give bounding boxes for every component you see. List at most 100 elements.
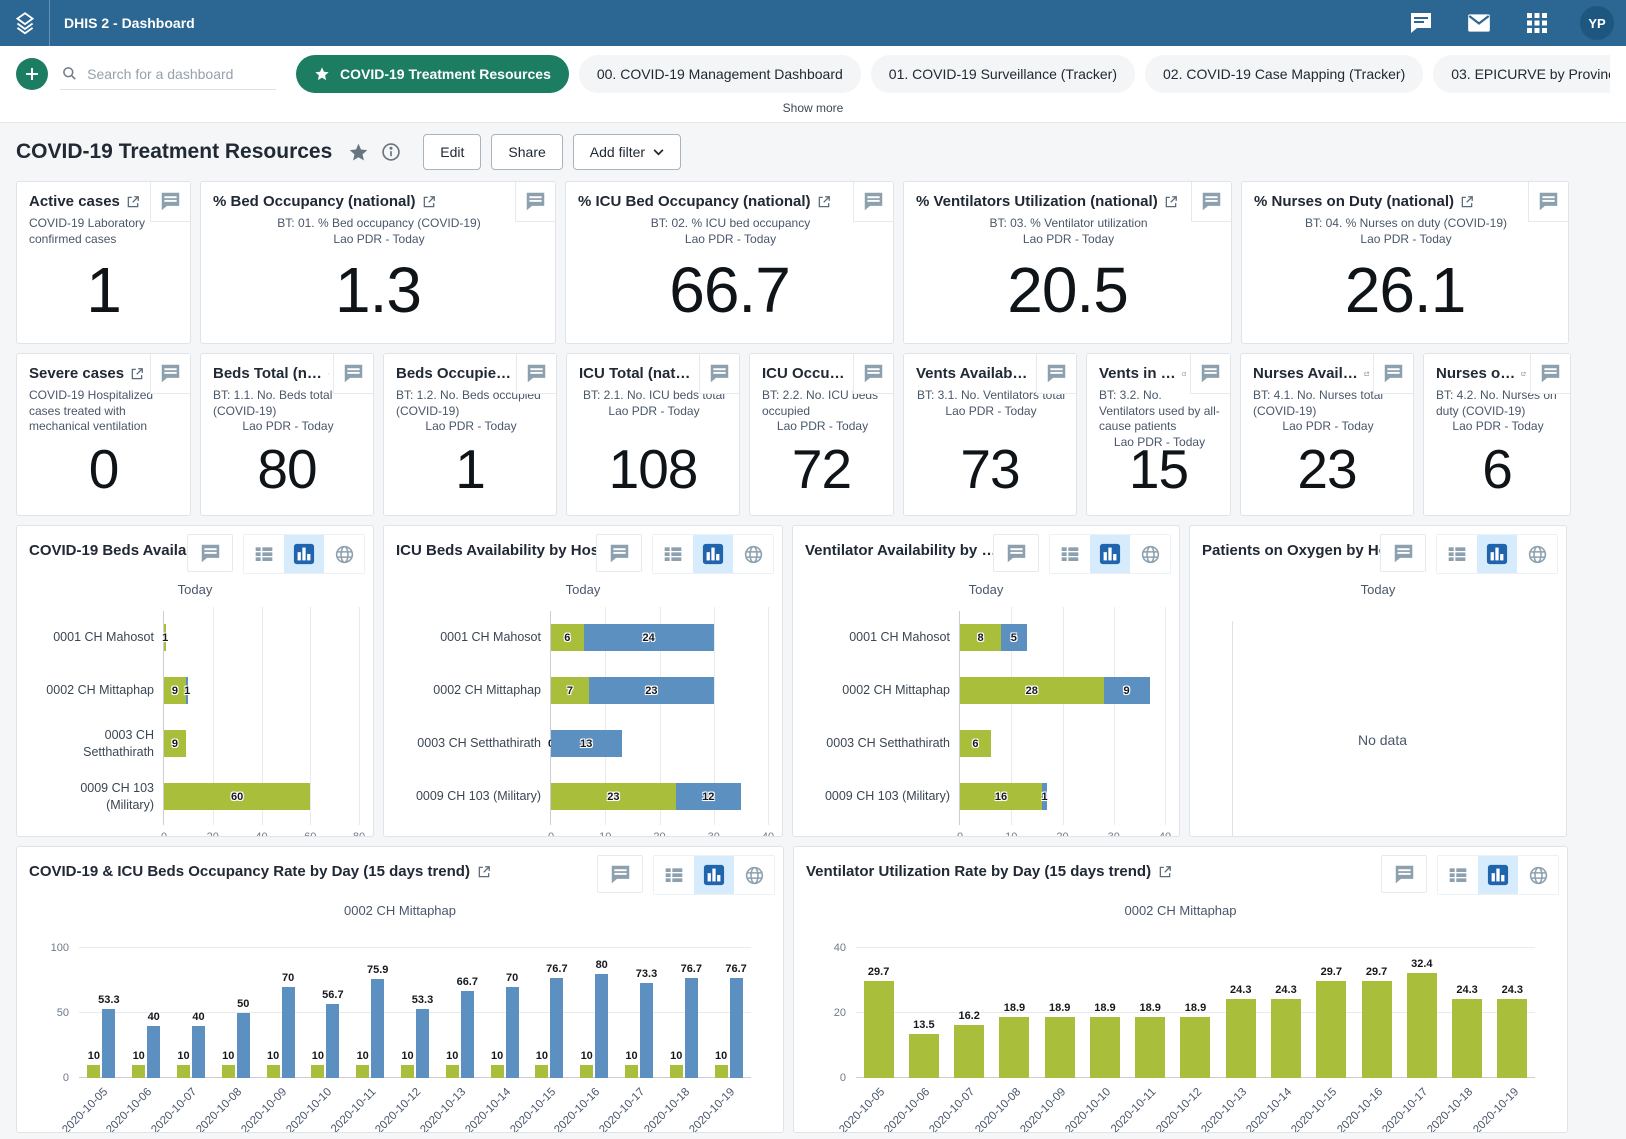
comment-button[interactable]	[853, 354, 893, 394]
comment-button[interactable]	[150, 182, 190, 222]
open-in-new-icon[interactable]	[1460, 195, 1474, 209]
open-in-new-icon[interactable]	[126, 195, 140, 209]
dashboard-info-button[interactable]	[381, 142, 401, 162]
comment-icon	[526, 363, 547, 384]
comment-button[interactable]	[1373, 354, 1413, 394]
stat-card-title-text: Beds Total (n…	[213, 365, 322, 382]
search-input[interactable]	[85, 65, 274, 83]
bar-green: 10	[401, 1065, 414, 1078]
bar-segment-green: 16	[960, 783, 1042, 810]
comment-button[interactable]	[1381, 855, 1427, 893]
interpretations-button[interactable]	[1406, 8, 1436, 38]
bar-green: 10	[446, 1065, 459, 1078]
dashboard-chip[interactable]: 03. EPICURVE by Province	[1433, 55, 1610, 93]
edit-button[interactable]: Edit	[423, 134, 481, 170]
view-as-chart-button[interactable]	[1477, 535, 1517, 573]
view-as-list-icon	[1447, 544, 1467, 564]
view-as-list-button[interactable]	[1438, 856, 1478, 894]
comment-button[interactable]	[699, 354, 739, 394]
view-as-list-button[interactable]	[653, 535, 693, 573]
bar-blue: 80	[595, 974, 608, 1078]
bar-blue: 40	[147, 1026, 160, 1078]
view-as-chart-button[interactable]	[1478, 856, 1518, 894]
comment-button[interactable]	[1528, 182, 1568, 222]
comment-button[interactable]	[333, 354, 373, 394]
comment-button[interactable]	[150, 354, 190, 394]
dashboard-chip[interactable]: COVID-19 Treatment Resources	[296, 55, 569, 93]
view-as-map-button[interactable]	[1130, 535, 1170, 573]
chart-toolbar	[1380, 534, 1558, 574]
comment-button[interactable]	[515, 182, 555, 222]
dashboard-chip-label: COVID-19 Treatment Resources	[340, 66, 551, 82]
chart-card-ventilator-availability: Ventilator Availability by …Today0102030…	[792, 525, 1180, 837]
dashboard-chip[interactable]: 01. COVID-19 Surveillance (Tracker)	[871, 55, 1135, 93]
comment-button[interactable]	[1191, 182, 1231, 222]
view-as-map-button[interactable]	[734, 856, 774, 894]
view-as-map-button[interactable]	[1518, 856, 1558, 894]
view-as-chart-button[interactable]	[693, 535, 733, 573]
add-filter-button[interactable]: Add filter	[573, 134, 681, 170]
dashboard-chip[interactable]: 00. COVID-19 Management Dashboard	[579, 55, 861, 93]
stat-card-subtitle: BT: 02. % ICU bed occupancyLao PDR - Tod…	[578, 216, 883, 247]
comment-button[interactable]	[1530, 354, 1570, 394]
open-in-new-icon[interactable]	[130, 367, 144, 381]
dashboard-search[interactable]	[60, 59, 276, 90]
bar-row: 723	[551, 677, 768, 704]
comment-button[interactable]	[187, 534, 233, 572]
open-in-new-icon[interactable]	[1364, 367, 1369, 381]
dhis2-logo[interactable]	[0, 0, 50, 46]
open-in-new-icon[interactable]	[1521, 367, 1526, 381]
view-as-chart-button[interactable]	[1090, 535, 1130, 573]
share-button[interactable]: Share	[491, 134, 562, 170]
open-in-new-icon[interactable]	[1164, 195, 1178, 209]
comment-button[interactable]	[516, 354, 556, 394]
bar-row: 85	[960, 624, 1165, 651]
chart-title-text: COVID-19 Beds Availa…	[29, 542, 187, 559]
comment-button[interactable]	[596, 534, 642, 572]
comment-button[interactable]	[1190, 354, 1230, 394]
user-avatar[interactable]: YP	[1580, 6, 1614, 40]
chart-plot-area: No data	[1190, 597, 1566, 837]
comment-button[interactable]	[993, 534, 1039, 572]
stat-card-value: 26.1	[1242, 253, 1568, 327]
open-in-new-icon[interactable]	[328, 367, 329, 381]
view-as-chart-button[interactable]	[694, 856, 734, 894]
bar-group: 1070	[258, 987, 303, 1078]
chart-title-text: COVID-19 & ICU Beds Occupancy Rate by Da…	[29, 863, 470, 880]
star-icon	[348, 142, 369, 163]
view-as-list-button[interactable]	[244, 535, 284, 573]
bar-green: 18.9	[1090, 1017, 1120, 1078]
open-in-new-icon[interactable]	[817, 195, 831, 209]
stat-card: Beds Total (n…BT: 1.1. No. Beds total (C…	[200, 353, 374, 516]
comment-button[interactable]	[853, 182, 893, 222]
stat-card-title-text: % ICU Bed Occupancy (national)	[578, 193, 811, 210]
dashboard-chip-label: 02. COVID-19 Case Mapping (Tracker)	[1163, 66, 1405, 82]
chart-subtitle: Today	[1190, 582, 1566, 597]
apps-menu-button[interactable]	[1522, 8, 1552, 38]
show-more-link[interactable]: Show more	[16, 93, 1610, 122]
y-axis-tick-label: 40	[834, 942, 846, 954]
bar-group: 16.2	[947, 1025, 992, 1078]
view-as-map-button[interactable]	[1517, 535, 1557, 573]
star-dashboard-button[interactable]	[348, 142, 369, 163]
messages-button[interactable]	[1464, 8, 1494, 38]
new-dashboard-button[interactable]	[16, 58, 48, 90]
bar-value-label: 1	[184, 685, 190, 697]
view-as-list-button[interactable]	[1437, 535, 1477, 573]
comment-button[interactable]	[597, 855, 643, 893]
bar-group: 24.3	[1218, 999, 1263, 1078]
view-as-chart-button[interactable]	[284, 535, 324, 573]
dashboard-chip[interactable]: 02. COVID-19 Case Mapping (Tracker)	[1145, 55, 1423, 93]
open-in-new-icon[interactable]	[1158, 865, 1172, 879]
open-in-new-icon[interactable]	[477, 865, 491, 879]
view-as-map-button[interactable]	[324, 535, 364, 573]
view-as-list-button[interactable]	[654, 856, 694, 894]
bar-group: 18.9	[1128, 1017, 1173, 1078]
bar-group: 13.5	[901, 1034, 946, 1078]
open-in-new-icon[interactable]	[422, 195, 436, 209]
comment-button[interactable]	[1380, 534, 1426, 572]
open-in-new-icon[interactable]	[1182, 367, 1186, 381]
view-as-list-button[interactable]	[1050, 535, 1090, 573]
comment-button[interactable]	[1036, 354, 1076, 394]
view-as-map-button[interactable]	[733, 535, 773, 573]
